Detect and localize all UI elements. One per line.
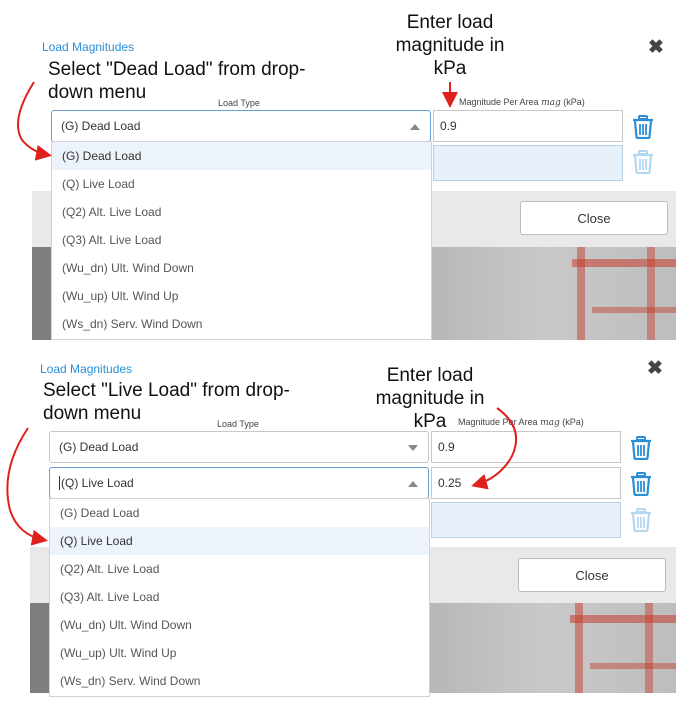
dropdown-option[interactable]: (Q) Live Load <box>52 170 431 198</box>
magnitude-input-row-3[interactable] <box>431 502 621 538</box>
load-type-dropdown: (G) Dead Load (Q) Live Load (Q2) Alt. Li… <box>51 141 432 340</box>
dropdown-option[interactable]: (Q3) Alt. Live Load <box>52 226 431 254</box>
load-magnitudes-dialog-step-2: Load Magnitudes ✖ Select "Live Load" fro… <box>0 357 688 703</box>
dropdown-option[interactable]: (Ws_dn) Serv. Wind Down <box>52 310 431 338</box>
dropdown-option[interactable]: (G) Dead Load <box>52 142 431 170</box>
dropdown-option[interactable]: (Wu_dn) Ult. Wind Down <box>52 254 431 282</box>
caret-up-icon <box>408 481 418 487</box>
magnitude-input-row-1[interactable]: 0.9 <box>431 431 621 463</box>
load-type-select-row-1[interactable]: (G) Dead Load <box>51 110 431 142</box>
close-icon[interactable]: ✖ <box>648 38 664 57</box>
magnitude-label: Magnitude Per Area mag (kPa) <box>458 417 584 428</box>
dropdown-option[interactable]: (Q) Live Load <box>50 527 429 555</box>
close-icon[interactable]: ✖ <box>647 359 663 378</box>
caret-up-icon <box>410 124 420 130</box>
trash-icon[interactable] <box>630 436 652 460</box>
selected-load-type: (G) Dead Load <box>59 440 139 454</box>
dropdown-option[interactable]: (Wu_dn) Ult. Wind Down <box>50 611 429 639</box>
dialog-title: Load Magnitudes <box>42 40 135 54</box>
magnitude-input-row-2[interactable]: 0.25 <box>431 467 621 499</box>
load-magnitudes-dialog-step-1: Load Magnitudes ✖ Select "Dead Load" fro… <box>0 0 688 340</box>
magnitude-input-row-2[interactable] <box>433 145 623 181</box>
dropdown-option[interactable]: (Q2) Alt. Live Load <box>50 555 429 583</box>
dropdown-option[interactable]: (Q2) Alt. Live Load <box>52 198 431 226</box>
dropdown-option[interactable]: (Wu_up) Ult. Wind Up <box>50 639 429 667</box>
magnitude-label: Magnitude Per Area mag (kPa) <box>459 97 585 108</box>
dropdown-option[interactable]: (Q3) Alt. Live Load <box>50 583 429 611</box>
magnitude-input-row-1[interactable]: 0.9 <box>433 110 623 142</box>
caret-down-icon <box>408 445 418 451</box>
trash-icon[interactable] <box>630 472 652 496</box>
dropdown-option[interactable]: (G) Dead Load <box>50 499 429 527</box>
trash-icon[interactable] <box>632 115 654 139</box>
trash-icon[interactable] <box>630 508 652 532</box>
dropdown-option[interactable]: (Ws_dn) Serv. Wind Down <box>50 667 429 695</box>
selected-load-type: (Q) Live Load <box>61 476 134 490</box>
dialog-title: Load Magnitudes <box>40 362 133 376</box>
trash-icon[interactable] <box>632 150 654 174</box>
annotation-select-dead-load: Select "Dead Load" from drop-down menu <box>48 59 306 103</box>
close-button[interactable]: Close <box>520 201 668 235</box>
selected-load-type: (G) Dead Load <box>61 119 141 133</box>
text-cursor <box>59 476 60 490</box>
close-button[interactable]: Close <box>518 558 666 592</box>
dropdown-option[interactable]: (Wu_up) Ult. Wind Up <box>52 282 431 310</box>
load-type-label: Load Type <box>218 98 260 108</box>
annotation-enter-magnitude: Enter load magnitude in kPa <box>395 12 505 79</box>
annotation-select-live-load: Select "Live Load" from drop-down menu <box>43 380 290 424</box>
load-type-dropdown: (G) Dead Load (Q) Live Load (Q2) Alt. Li… <box>49 498 430 697</box>
load-type-select-row-1[interactable]: (G) Dead Load <box>49 431 429 463</box>
load-type-select-row-2[interactable]: (Q) Live Load <box>49 467 429 499</box>
load-type-label: Load Type <box>217 419 259 429</box>
